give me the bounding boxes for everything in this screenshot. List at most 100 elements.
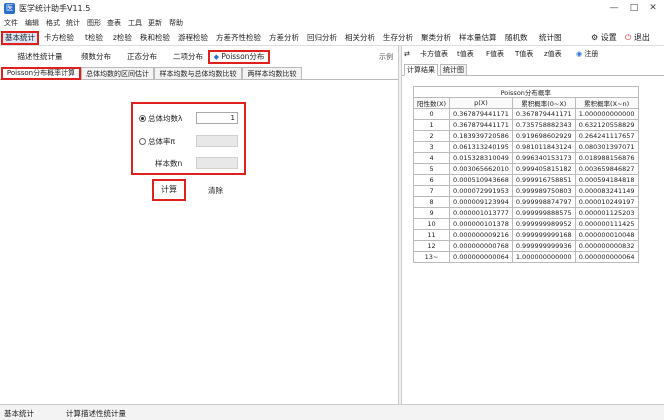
menu-file[interactable]: 文件 — [4, 18, 18, 28]
tab-poisson-prob[interactable]: Poisson分布概率计算 — [1, 67, 81, 80]
table-row: 11 0.000000009216 0.999999999168 0.00000001… — [412, 229, 639, 241]
f-table-link[interactable]: F值表 — [486, 48, 504, 60]
window-title: 医学统计助手V11.5 — [19, 4, 91, 13]
table-cell: 0.003659846827 — [574, 163, 639, 175]
maximize-button[interactable]: □ — [624, 2, 644, 14]
example-link[interactable]: 示例 — [379, 52, 393, 62]
table-header-cell: 累积概率(0~X) — [511, 97, 576, 109]
menu-update[interactable]: 更新 — [148, 18, 162, 28]
table-cell: 1.000000000000 — [574, 108, 639, 120]
subtab-binomial[interactable]: 二项分布 — [170, 50, 206, 64]
menu-statistics[interactable]: 统计 — [66, 18, 80, 28]
table-cell: 0.000083241149 — [574, 185, 639, 197]
status-module: 基本统计 — [4, 409, 34, 418]
register-button[interactable]: ◉ 注册 — [576, 48, 598, 60]
tab-results[interactable]: 计算结果 — [404, 64, 438, 76]
table-header-cell: p(X) — [449, 97, 513, 109]
table-cell: 0.000010249197 — [574, 196, 639, 208]
table-cell: 0.000510943668 — [449, 174, 513, 186]
tab-sample-vs-population[interactable]: 样本均数与总体均数比较 — [154, 67, 242, 80]
table-cell: 0.919698602929 — [511, 130, 576, 142]
table-row: 4 0.015328310049 0.996340153173 0.018988156… — [412, 152, 639, 164]
mean-input[interactable]: 1 — [196, 112, 238, 124]
tb-basic-stats[interactable]: 基本统计 — [1, 31, 39, 45]
close-button[interactable]: ✕ — [643, 2, 663, 14]
menu-edit[interactable]: 编辑 — [25, 18, 39, 28]
tb-runs-test[interactable]: 游程检验 — [176, 31, 210, 45]
menu-format[interactable]: 格式 — [46, 18, 60, 28]
left-panel: 描述性统计量 频数分布 正态分布 二项分布 ◆ Poisson分布 示例 Poi… — [0, 46, 398, 404]
z-table-link[interactable]: z值表 — [544, 48, 562, 60]
table-cell: 0.264241117657 — [574, 130, 639, 142]
table-cell: 0.632120558829 — [574, 119, 639, 131]
table-cell: 0.996340153173 — [511, 152, 576, 164]
table-cell: 0 — [412, 108, 451, 120]
tb-rank-sum[interactable]: 秩和检验 — [138, 31, 172, 45]
table-cell: 8 — [412, 196, 451, 208]
table-cell: 0.000001013777 — [449, 207, 513, 219]
table-body: 0 0.367879441171 0.367879441171 1.000000000… — [412, 108, 639, 263]
table-row: 9 0.000001013777 0.999999888575 0.000001125… — [412, 207, 639, 219]
tb-chi-square[interactable]: 卡方检验 — [42, 31, 76, 45]
parameter-form: 总体均数λ 1 总体率π 样本数n — [131, 102, 246, 175]
n-label: 样本数n — [155, 159, 183, 168]
chi-table-link[interactable]: 卡方值表 — [420, 48, 448, 60]
table-cell: 0.080301397071 — [574, 141, 639, 153]
tb-homogeneity[interactable]: 方差齐性检验 — [214, 31, 263, 45]
subtab-poisson[interactable]: ◆ Poisson分布 — [208, 50, 270, 64]
tb-anova[interactable]: 方差分析 — [267, 31, 301, 45]
calculate-button[interactable]: 计算 — [152, 179, 186, 201]
table-cell: 0.018988156876 — [574, 152, 639, 164]
subtab-normal[interactable]: 正态分布 — [124, 50, 160, 64]
tb-z-test[interactable]: z检验 — [111, 31, 134, 45]
table-cell: 0.735758882343 — [511, 119, 576, 131]
table-cell: 6 — [412, 174, 451, 186]
menu-graph[interactable]: 图形 — [87, 18, 101, 28]
table-row: 3 0.061313240195 0.981011843124 0.080301397… — [412, 141, 639, 153]
table-cell: 0.015328310049 — [449, 152, 513, 164]
table-cell: 1.000000000000 — [511, 251, 576, 263]
table-cell: 0.981011843124 — [511, 141, 576, 153]
tb-survival[interactable]: 生存分析 — [381, 31, 415, 45]
register-icon: ◉ — [576, 50, 583, 58]
tab-stat-chart[interactable]: 统计图 — [440, 64, 467, 76]
title-bar: 医 医学统计助手V11.5 — □ ✕ — [0, 0, 664, 17]
table-cell: 0.000000009216 — [449, 229, 513, 241]
table-cell: 0.367879441171 — [449, 119, 513, 131]
minimize-button[interactable]: — — [604, 2, 624, 14]
table-cell: 0.000000000768 — [449, 240, 513, 252]
clear-button[interactable]: 清除 — [208, 185, 223, 196]
exit-button[interactable]: ⏻ 退出 — [625, 31, 650, 45]
rate-radio[interactable] — [139, 138, 146, 145]
status-bar: 基本统计 计算描述性统计量 — [0, 404, 664, 420]
mean-radio[interactable] — [139, 115, 146, 122]
settings-button[interactable]: ⚙ 设置 — [591, 31, 617, 45]
table-cell: 0.000000000064 — [574, 251, 639, 263]
tb-chart[interactable]: 统计图 — [537, 31, 564, 45]
app-logo-icon: 医 — [4, 3, 15, 14]
subtab-descriptive[interactable]: 描述性统计量 — [12, 50, 68, 64]
tb-regression[interactable]: 回归分析 — [305, 31, 339, 45]
tb-correlation[interactable]: 相关分析 — [343, 31, 377, 45]
menu-tools[interactable]: 工具 — [128, 18, 142, 28]
subtab-frequency[interactable]: 频数分布 — [78, 50, 114, 64]
tab-interval-estimate[interactable]: 总体均数的区间估计 — [81, 67, 154, 80]
rate-input[interactable] — [196, 135, 238, 147]
tb-sample-size[interactable]: 样本量估算 — [457, 31, 499, 45]
swap-icon[interactable]: ⇄ — [404, 48, 410, 60]
menu-lookup-table[interactable]: 查表 — [107, 18, 121, 28]
tab-two-sample[interactable]: 两样本均数比较 — [242, 67, 302, 80]
table-cell: 9 — [412, 207, 451, 219]
table-row: 0 0.367879441171 0.367879441171 1.000000000… — [412, 108, 639, 120]
n-input[interactable] — [196, 157, 238, 169]
table-cell: 0.000000101378 — [449, 218, 513, 230]
tb-t-test[interactable]: t检验 — [83, 31, 105, 45]
tb-cluster[interactable]: 聚类分析 — [419, 31, 453, 45]
table-cell: 0.999916758851 — [511, 174, 576, 186]
tb-random[interactable]: 随机数 — [503, 31, 530, 45]
table-cell: 0.061313240195 — [449, 141, 513, 153]
T-table-link[interactable]: T值表 — [515, 48, 533, 60]
menu-help[interactable]: 帮助 — [169, 18, 183, 28]
t-table-link[interactable]: t值表 — [457, 48, 474, 60]
table-cell: 0.999999999168 — [511, 229, 576, 241]
